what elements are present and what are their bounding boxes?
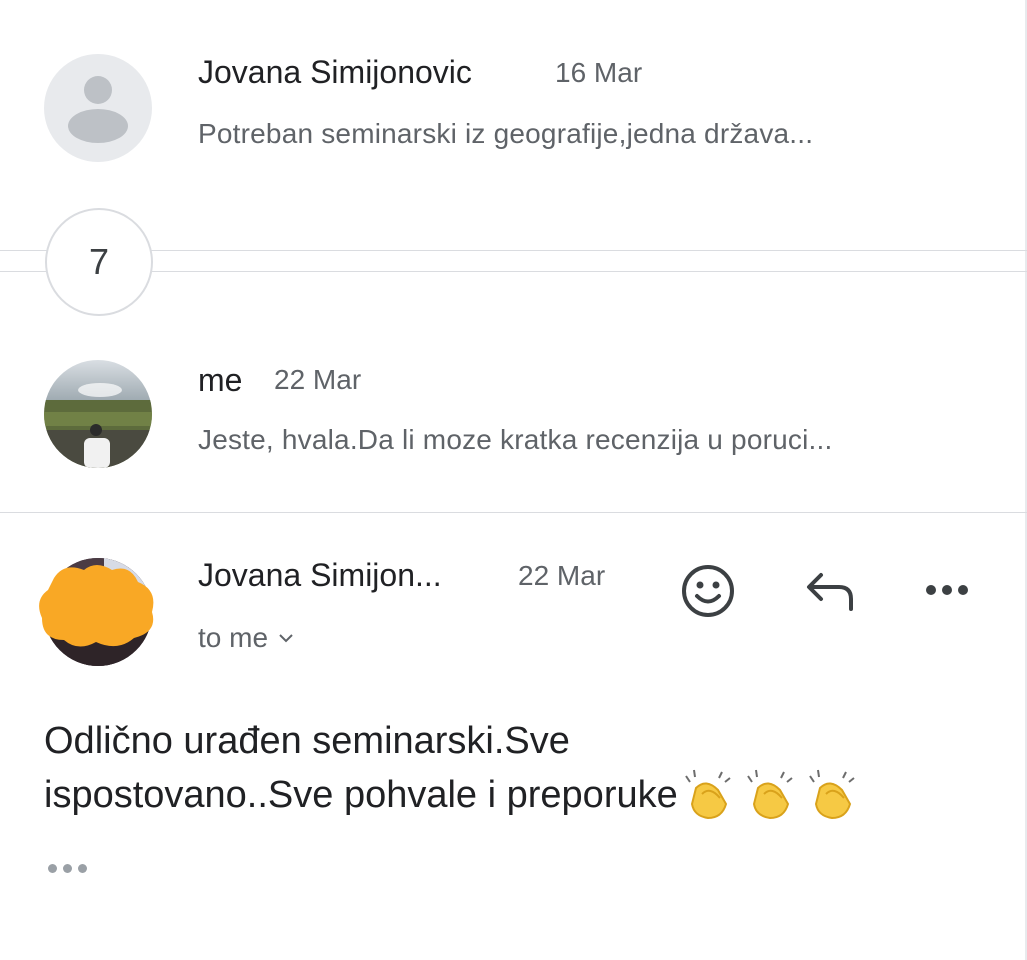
- collapsed-divider-top: [0, 250, 1027, 251]
- sender-name[interactable]: Jovana Simijon...: [198, 557, 442, 594]
- show-trimmed-content-icon[interactable]: [48, 864, 87, 873]
- clapping-hands-emojis: [682, 768, 860, 822]
- message-snippet: Potreban seminarski iz geografije,jedna …: [198, 118, 814, 149]
- sender-name: Jovana Simijonovic: [198, 54, 472, 90]
- message-date: 16 Mar: [555, 57, 643, 88]
- redaction-blob: [39, 565, 154, 647]
- message-snippet: Jeste, hvala.Da li moze kratka recenzija…: [198, 424, 833, 455]
- emoji-reaction-button[interactable]: [678, 561, 738, 621]
- recipient-details-toggle[interactable]: to me: [198, 622, 294, 654]
- message-body-line-2: ispostovano..Sve pohvale i preporuke: [44, 773, 678, 816]
- emoji-reaction-icon: [682, 565, 734, 617]
- collapsed-messages-count[interactable]: 7: [45, 208, 153, 316]
- message-date: 22 Mar: [518, 560, 606, 591]
- collapsed-divider-bottom: [0, 271, 1027, 272]
- chevron-down-icon: [279, 634, 293, 643]
- message-divider: [0, 512, 1027, 513]
- photo-avatar: [44, 360, 152, 468]
- sender-name: me: [198, 362, 243, 398]
- message-body: Odlično urađen seminarski.Sve ispostovan…: [44, 715, 1004, 822]
- message-body-line-1: Odlično urađen seminarski.Sve: [44, 720, 570, 762]
- recipient-label: to me: [198, 622, 269, 653]
- default-person-avatar: [44, 54, 152, 162]
- reply-button[interactable]: [800, 566, 860, 616]
- message-date: 22 Mar: [274, 364, 362, 395]
- more-options-icon[interactable]: [926, 585, 968, 595]
- clapping-hands-icon: [684, 769, 731, 820]
- clapping-hands-icon: [808, 769, 855, 820]
- clapping-hands-icon: [746, 769, 793, 820]
- reply-icon: [807, 573, 853, 611]
